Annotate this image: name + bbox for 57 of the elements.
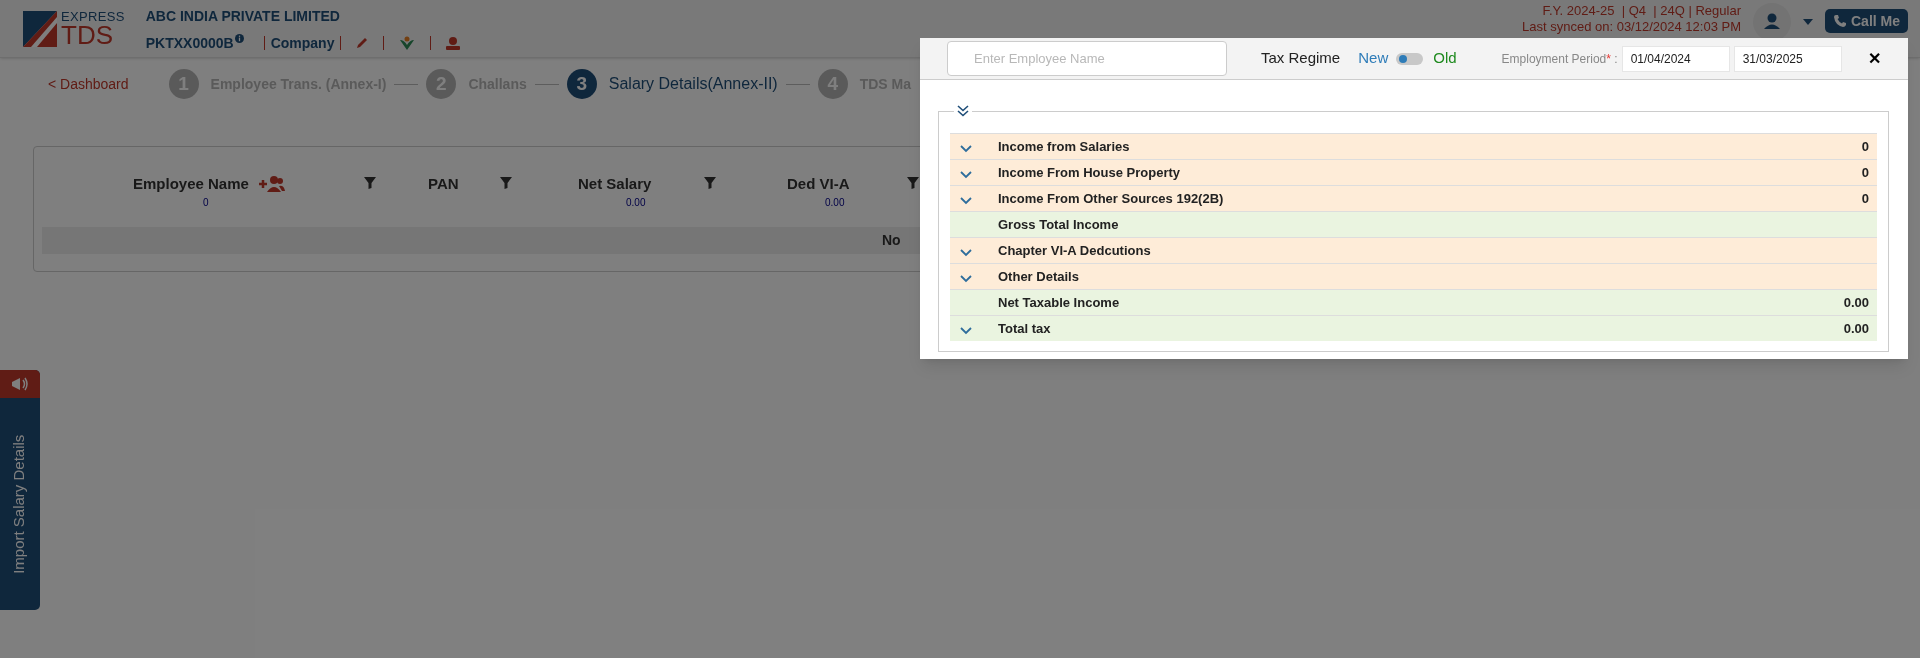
step-number-badge[interactable]: 3 — [566, 69, 597, 99]
logo-text: TDS — [61, 23, 113, 47]
chevron-down-icon[interactable] — [960, 274, 972, 283]
regime-option: New — [1358, 47, 1389, 70]
chevron-down-icon[interactable] — [960, 170, 972, 179]
filter-icon[interactable] — [907, 177, 919, 189]
accordion-row[interactable]: Income From House Property 0 — [950, 159, 1877, 185]
logo-mark-icon — [23, 10, 57, 47]
company-name: ABC INDIA PRIVATE LIMITED — [145, 6, 341, 26]
summary-row: Gross Total Income — [950, 211, 1877, 237]
info-icon[interactable] — [234, 33, 244, 43]
megaphone-icon — [10, 376, 30, 392]
caret-icon[interactable] — [1803, 19, 1813, 25]
search-field[interactable]: Enter Employee Name — [947, 41, 1227, 76]
column-total: 0 — [203, 196, 209, 210]
filter-icon[interactable] — [704, 177, 716, 189]
sync-info: Last synced on: 03/12/2024 12:03 PM — [1522, 19, 1741, 35]
seal-icon[interactable] — [445, 36, 462, 50]
chevron-down-icon[interactable] — [960, 196, 972, 205]
column-total: 0.00 — [626, 196, 646, 210]
summary-row: Net Taxable Income 0.00 — [950, 289, 1877, 315]
accordion-row[interactable]: Income from Salaries 0 — [950, 133, 1877, 159]
employment-period-label: Employment Period* : — [1501, 50, 1618, 68]
logo-text: EXPRESS — [61, 10, 125, 23]
accordion-row[interactable]: Income From Other Sources 192(2B) 0 — [950, 185, 1877, 211]
call-me-button[interactable]: Call Me — [1825, 9, 1908, 33]
empty-message: No — [882, 231, 901, 250]
toggle-knob[interactable] — [1399, 54, 1408, 63]
date-field[interactable]: 01/04/2024 — [1621, 45, 1730, 72]
add-users-icon[interactable] — [256, 175, 285, 194]
column-header[interactable]: Net Salary — [578, 173, 652, 196]
pan-number: PKTXX0000B — [145, 33, 234, 53]
regime-toggle[interactable] — [1396, 52, 1424, 65]
phone-icon — [1833, 14, 1847, 28]
side-tab[interactable]: Import Salary Details — [0, 370, 40, 610]
close-button[interactable]: ✕ — [1867, 46, 1881, 71]
step-label[interactable]: Salary Details(Annex-II) — [608, 72, 778, 96]
filter-icon[interactable] — [364, 177, 376, 189]
tax-regime-label: Tax Regime — [1261, 48, 1341, 69]
chevron-down-icon[interactable] — [960, 326, 972, 335]
dashboard-link[interactable]: < Dashboard — [48, 73, 129, 95]
pencil-icon[interactable] — [355, 36, 370, 50]
user-avatar-icon[interactable] — [1753, 3, 1791, 41]
column-header[interactable]: Employee Name — [133, 173, 249, 196]
filter-icon[interactable] — [500, 177, 512, 189]
date-field[interactable]: 31/03/2025 — [1733, 45, 1842, 72]
chevron-down-icon[interactable] — [960, 144, 972, 153]
regime-option: Old — [1433, 47, 1457, 70]
filing-info: F.Y. 2024-25 | Q4 | 24Q | Regular — [1542, 3, 1741, 19]
emblem-icon[interactable] — [398, 36, 417, 50]
chevron-down-icon[interactable] — [960, 248, 972, 257]
accordion-row[interactable]: Other Details — [950, 263, 1877, 289]
column-header[interactable]: PAN — [428, 173, 459, 196]
role-label: Company — [270, 33, 335, 53]
column-header[interactable]: Ded VI-A — [787, 173, 850, 196]
accordion-row[interactable]: Chapter VI-A Dedcutions — [950, 237, 1877, 263]
column-total: 0.00 — [825, 196, 845, 210]
